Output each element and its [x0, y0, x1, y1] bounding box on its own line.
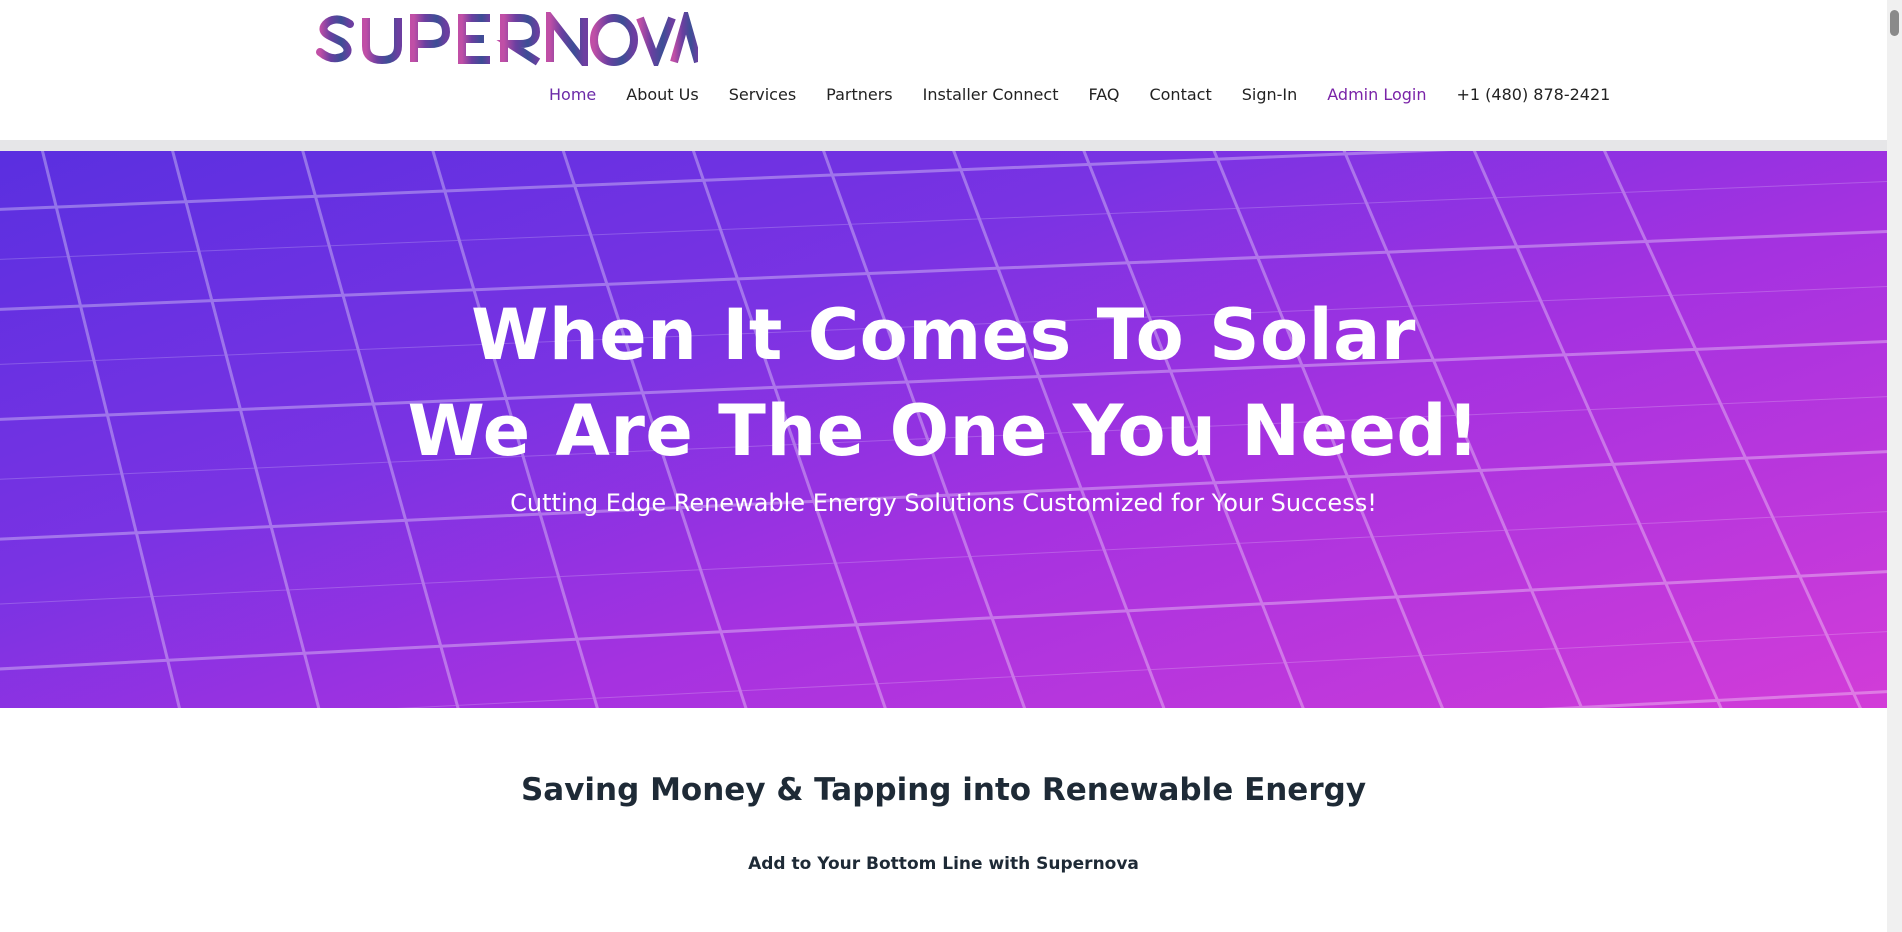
nav-partners[interactable]: Partners: [826, 84, 892, 106]
hero-title-line1: When It Comes To Solar: [471, 294, 1416, 376]
hero-title-line2: We Are The One You Need!: [407, 390, 1480, 472]
main-nav: Home About Us Services Partners Installe…: [549, 84, 1610, 106]
section-subheading: Add to Your Bottom Line with Supernova: [748, 854, 1139, 874]
nav-installer-connect[interactable]: Installer Connect: [923, 84, 1059, 106]
hero-title: When It Comes To Solar We Are The One Yo…: [0, 287, 1887, 479]
page-scrollbar[interactable]: [1887, 0, 1902, 932]
scrollbar-thumb[interactable]: [1890, 10, 1899, 36]
supernova-logo-icon: [316, 12, 698, 66]
nav-contact[interactable]: Contact: [1149, 84, 1211, 106]
nav-services[interactable]: Services: [729, 84, 796, 106]
hero-subtitle: Cutting Edge Renewable Energy Solutions …: [510, 489, 1377, 517]
nav-admin-login[interactable]: Admin Login: [1327, 84, 1426, 106]
nav-phone-link[interactable]: +1 (480) 878-2421: [1457, 84, 1611, 106]
nav-about-us[interactable]: About Us: [626, 84, 698, 106]
nav-sign-in[interactable]: Sign-In: [1242, 84, 1298, 106]
nav-faq[interactable]: FAQ: [1088, 84, 1119, 106]
header-divider: [0, 140, 1887, 151]
site-header: Home About Us Services Partners Installe…: [0, 0, 1887, 140]
hero-banner: When It Comes To Solar We Are The One Yo…: [0, 151, 1887, 708]
section-heading: Saving Money & Tapping into Renewable En…: [520, 772, 1367, 808]
nav-home[interactable]: Home: [549, 84, 596, 106]
